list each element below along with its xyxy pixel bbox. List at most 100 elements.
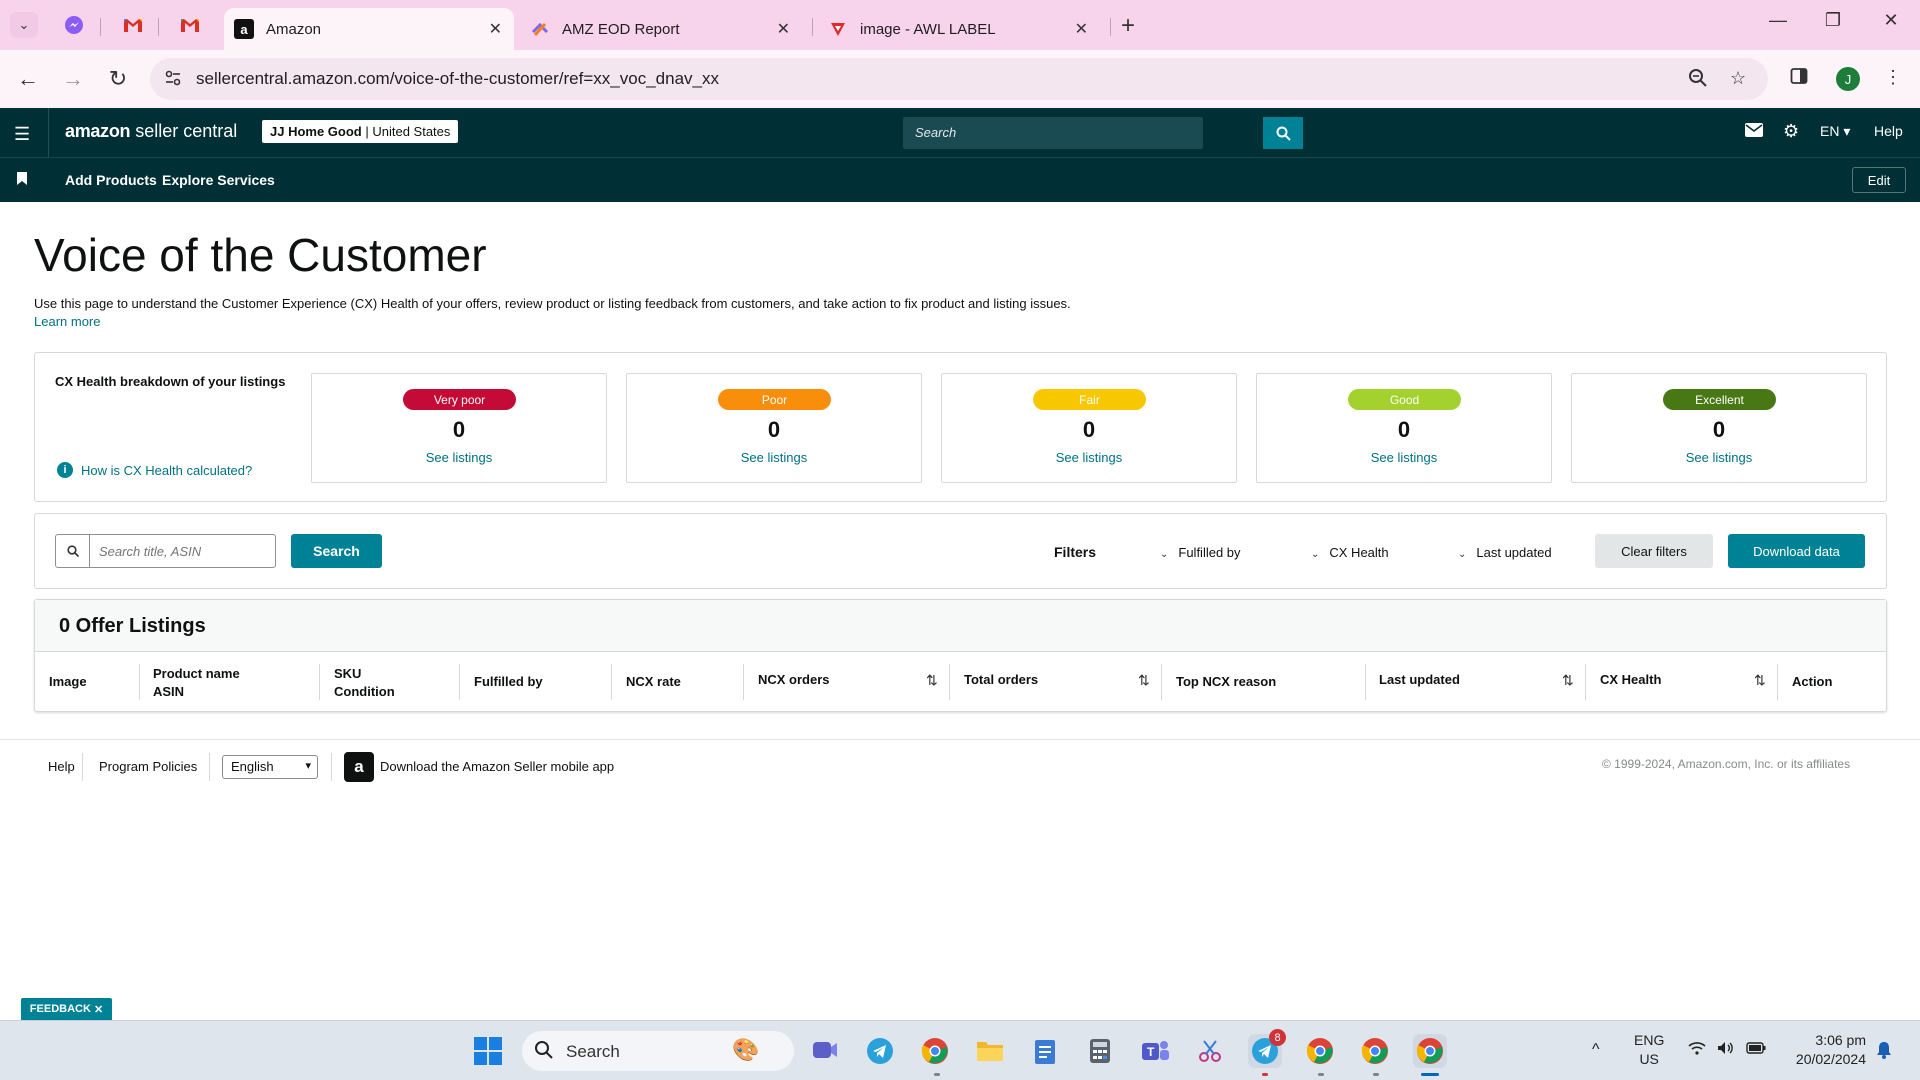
close-icon[interactable]: ✕ (489, 19, 502, 39)
bookmark-star-icon[interactable]: ☆ (1730, 68, 1746, 89)
settings-gear-icon[interactable]: ⚙ (1783, 121, 1799, 142)
see-listings-excellent[interactable]: See listings (1572, 450, 1866, 465)
more-menu-icon[interactable]: ⋮ (1884, 67, 1902, 88)
mail-icon[interactable] (1745, 123, 1763, 142)
column-sku[interactable]: SKU Condition (334, 665, 395, 701)
column-cx-health[interactable]: CX Health (1600, 671, 1661, 689)
filter-fulfilled-by[interactable]: ⌄ Fulfilled by (1160, 545, 1241, 560)
meet-app-icon[interactable] (808, 1034, 842, 1068)
calculator-icon[interactable] (1083, 1034, 1117, 1068)
listing-search-input[interactable] (91, 535, 275, 567)
messenger-icon[interactable] (62, 13, 86, 37)
teams-icon[interactable]: T (1138, 1034, 1172, 1068)
reload-button[interactable]: ↻ (103, 66, 133, 92)
copyright-text: © 1999-2024, Amazon.com, Inc. or its aff… (1602, 757, 1851, 771)
battery-icon[interactable] (1746, 1041, 1766, 1059)
profile-avatar[interactable]: J (1836, 67, 1860, 91)
close-icon[interactable]: ✕ (777, 19, 790, 39)
see-listings-very-poor[interactable]: See listings (312, 450, 606, 465)
footer-help-link[interactable]: Help (48, 759, 75, 774)
cx-health-help-link[interactable]: i How is CX Health calculated? (57, 462, 252, 478)
volume-icon[interactable] (1717, 1041, 1735, 1060)
new-tab-button[interactable]: + (1121, 12, 1135, 40)
column-ncx-orders[interactable]: NCX orders (758, 671, 830, 689)
wifi-icon[interactable] (1688, 1041, 1706, 1060)
column-sku-label: SKU (334, 666, 362, 681)
footer-program-policies-link[interactable]: Program Policies (99, 759, 197, 774)
store-switcher[interactable]: JJ Home Good | United States (262, 120, 459, 143)
filter-cx-health[interactable]: ⌄ CX Health (1311, 545, 1389, 560)
omnibox[interactable]: sellercentral.amazon.com/voice-of-the-cu… (150, 58, 1768, 100)
cx-health-help-text: How is CX Health calculated? (81, 462, 253, 478)
windows-start-icon[interactable] (474, 1037, 502, 1065)
see-listings-poor[interactable]: See listings (627, 450, 921, 465)
minimize-button[interactable]: — (1758, 10, 1798, 31)
restore-button[interactable]: ❐ (1813, 10, 1853, 31)
file-explorer-icon[interactable] (973, 1034, 1007, 1068)
side-panel-icon[interactable] (1790, 67, 1808, 90)
tab-image-awl-label[interactable]: image - AWL LABEL ✕ (818, 8, 1100, 50)
gmail-icon[interactable] (178, 13, 202, 37)
see-listings-fair[interactable]: See listings (942, 450, 1236, 465)
nav-explore-services[interactable]: Explore Services (162, 172, 275, 188)
seller-search-input[interactable]: Search (903, 117, 1203, 149)
taskbar-clock[interactable]: 3:06 pm 20/02/2024 (1786, 1031, 1866, 1069)
gmail-icon[interactable] (121, 13, 145, 37)
notification-bell-icon[interactable] (1876, 1041, 1892, 1064)
seller-search-button[interactable] (1263, 117, 1303, 149)
tab-search-button[interactable]: ⌄ (10, 12, 38, 38)
tab-amz-eod-report[interactable]: AMZ EOD Report ✕ (520, 8, 802, 50)
sort-icon[interactable]: ⇅ (1754, 672, 1766, 689)
clear-filters-button[interactable]: Clear filters (1595, 534, 1713, 568)
column-separator (459, 664, 460, 700)
close-icon[interactable]: ✕ (1075, 19, 1088, 39)
back-button[interactable]: ← (13, 66, 43, 92)
download-app-link[interactable]: Download the Amazon Seller mobile app (380, 759, 614, 774)
column-separator (611, 664, 612, 700)
taskbar-search[interactable]: Search 🎨 (522, 1031, 794, 1071)
column-product-name[interactable]: Product name ASIN (153, 665, 240, 701)
clock-date: 20/02/2024 (1795, 1051, 1866, 1067)
hamburger-menu-icon[interactable]: ☰ (14, 124, 30, 145)
amazon-seller-app-icon[interactable]: a (344, 752, 374, 782)
tab-amazon[interactable]: a Amazon ✕ (224, 8, 514, 50)
feedback-tab[interactable]: FEEDBACK ✕ (21, 998, 112, 1020)
help-link[interactable]: Help (1874, 123, 1903, 139)
telegram-icon[interactable] (863, 1034, 897, 1068)
footer-separator (209, 753, 210, 781)
nav-add-products[interactable]: Add Products (65, 172, 157, 188)
filter-last-updated[interactable]: ⌄ Last updated (1458, 545, 1552, 560)
close-icon[interactable]: ✕ (94, 1003, 103, 1016)
header-divider (48, 108, 49, 157)
column-last-updated[interactable]: Last updated (1379, 671, 1460, 689)
zoom-icon[interactable] (1688, 68, 1708, 93)
sort-icon[interactable]: ⇅ (1562, 672, 1574, 689)
svg-text:T: T (1147, 1045, 1155, 1059)
language-selector[interactable]: EN ▾ (1820, 123, 1850, 140)
filter-cx-health-label: CX Health (1329, 545, 1389, 560)
footer-language-select[interactable]: English ▾ (222, 755, 318, 779)
close-window-button[interactable]: ✕ (1871, 10, 1911, 31)
learn-more-link[interactable]: Learn more (34, 314, 100, 329)
snipping-tool-icon[interactable] (1193, 1034, 1227, 1068)
listing-search-button[interactable]: Search (291, 534, 382, 568)
cx-label-good: Good (1348, 389, 1461, 410)
see-listings-good[interactable]: See listings (1257, 450, 1551, 465)
site-info-icon[interactable] (164, 69, 184, 89)
edit-nav-button[interactable]: Edit (1852, 167, 1906, 193)
notepad-icon[interactable] (1028, 1034, 1062, 1068)
download-data-button[interactable]: Download data (1728, 534, 1865, 568)
chevron-up-icon[interactable]: ^ (1592, 1041, 1600, 1059)
forward-button[interactable]: → (58, 66, 88, 92)
sort-icon[interactable]: ⇅ (1138, 672, 1150, 689)
sort-icon[interactable]: ⇅ (926, 672, 938, 689)
url-text[interactable]: sellercentral.amazon.com/voice-of-the-cu… (196, 69, 719, 89)
seller-central-logo[interactable]: amazon seller central (65, 121, 237, 142)
chrome-active-icon[interactable] (1413, 1034, 1447, 1068)
bookmark-icon[interactable] (17, 172, 27, 188)
input-language-indicator[interactable]: ENG US (1634, 1031, 1664, 1069)
chrome-profile-icon[interactable] (1358, 1034, 1392, 1068)
column-total-orders[interactable]: Total orders (964, 671, 1038, 689)
chrome-profile-icon[interactable] (1303, 1034, 1337, 1068)
chrome-profile-icon[interactable] (918, 1034, 952, 1068)
